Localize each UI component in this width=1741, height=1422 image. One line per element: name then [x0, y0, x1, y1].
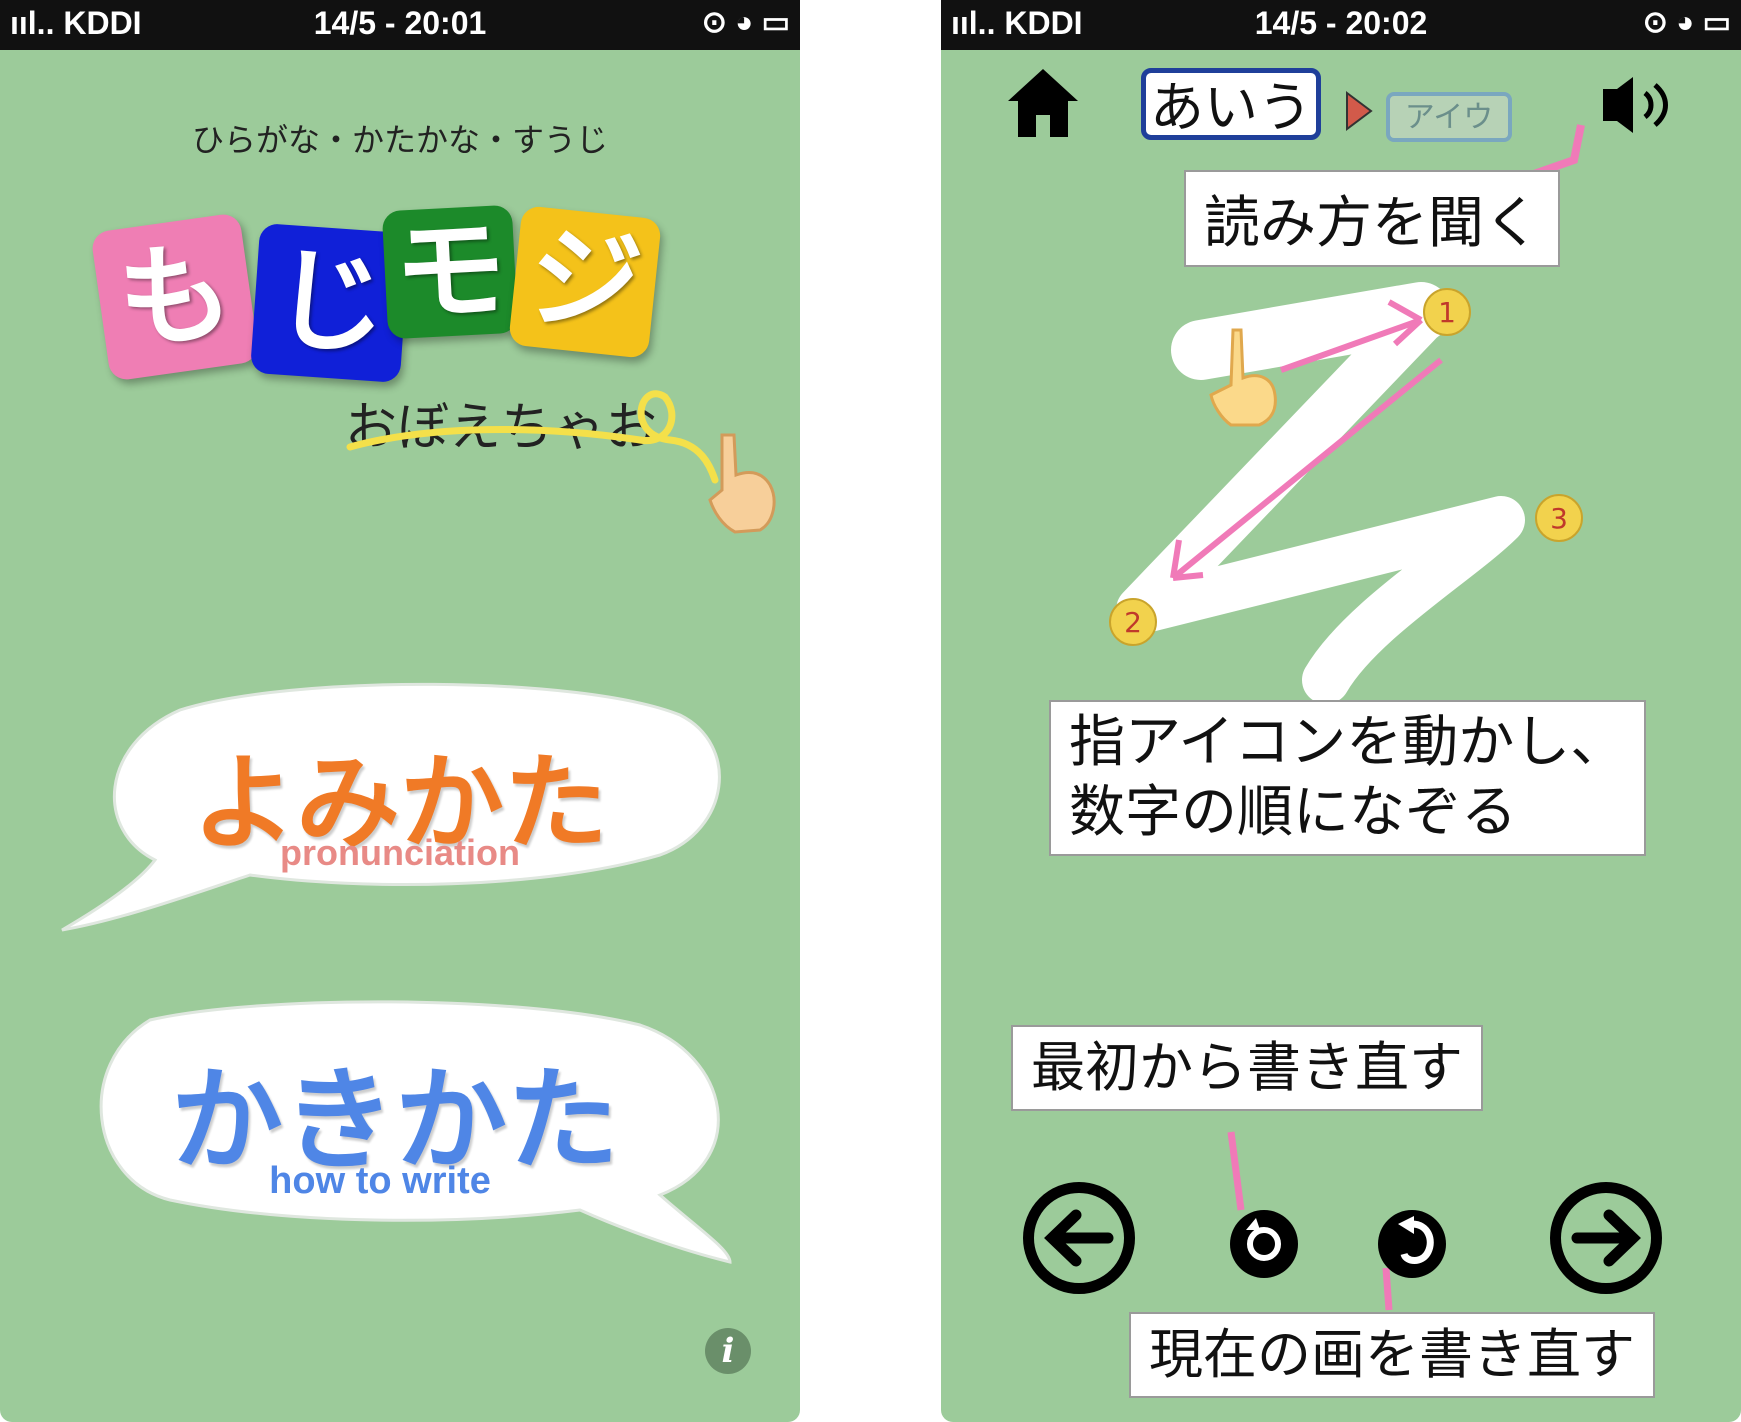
- note-listen: 読み方を聞く: [1184, 170, 1560, 267]
- stroke-number-2: 2: [1109, 598, 1157, 646]
- alarm-icon: ◕: [735, 6, 754, 39]
- arrow-right-icon: [1571, 1209, 1641, 1267]
- kakikata-subtitle: how to write: [269, 1160, 491, 1202]
- note-redo-current-text: 現在の画を書き直す: [1149, 1323, 1635, 1386]
- writing-practice-screen: ııl.. KDDI 14/5 - 20:02 ⊙ ◕ ▭ あいう アイウ 1 …: [941, 0, 1741, 1422]
- note-trace: 指アイコンを動かし、 数字の順になぞる: [1049, 700, 1647, 856]
- pointing-hand-icon: [708, 433, 776, 534]
- note-restart: 最初から書き直す: [1011, 1025, 1483, 1111]
- redo-stroke-icon: [1398, 1216, 1434, 1264]
- yomikata-button[interactable]: よみかた pronunciation: [60, 680, 740, 940]
- previous-button[interactable]: [1023, 1182, 1135, 1294]
- stroke-number-1: 1: [1423, 288, 1471, 336]
- note-trace-line2: 数字の順になぞる: [1069, 780, 1517, 845]
- stroke-number-3: 3: [1535, 494, 1583, 542]
- note-listen-text: 読み方を聞く: [1204, 191, 1540, 256]
- logo-tile-mo-katakana: モ: [381, 204, 519, 340]
- restart-icon: [1246, 1218, 1281, 1261]
- next-button[interactable]: [1550, 1182, 1662, 1294]
- redo-current-stroke-button[interactable]: [1378, 1210, 1446, 1278]
- rotation-lock-icon: ⊙: [701, 6, 727, 39]
- battery-icon: ▭: [761, 6, 790, 39]
- info-icon[interactable]: i: [705, 1328, 751, 1374]
- note-restart-text: 最初から書き直す: [1031, 1036, 1463, 1099]
- status-icons: ⊙ ◕ ▭: [702, 5, 790, 40]
- status-time: 14/5 - 20:01: [313, 5, 487, 41]
- logo-tile-ji-katakana: ジ: [508, 205, 662, 359]
- arrow-left-icon: [1044, 1209, 1114, 1267]
- status-bar: ııl.. KDDI 14/5 - 20:01 ⊙ ◕ ▭: [0, 0, 800, 50]
- logo-tile-mo: も: [90, 212, 260, 382]
- logo-yarn-underline: [346, 390, 719, 484]
- yomikata-subtitle: pronunciation: [280, 832, 520, 873]
- home-screen: ııl.. KDDI 14/5 - 20:01 ⊙ ◕ ▭ ひらがな・かたかな・…: [0, 0, 800, 1422]
- stroke-guide: [1116, 124, 1585, 704]
- restart-button[interactable]: [1230, 1210, 1298, 1278]
- note-trace-line1: 指アイコンを動かし、: [1069, 710, 1627, 775]
- app-subtitle: ひらがな・かたかな・すうじ: [191, 121, 608, 159]
- kakikata-button[interactable]: かきかた how to write: [80, 1000, 740, 1280]
